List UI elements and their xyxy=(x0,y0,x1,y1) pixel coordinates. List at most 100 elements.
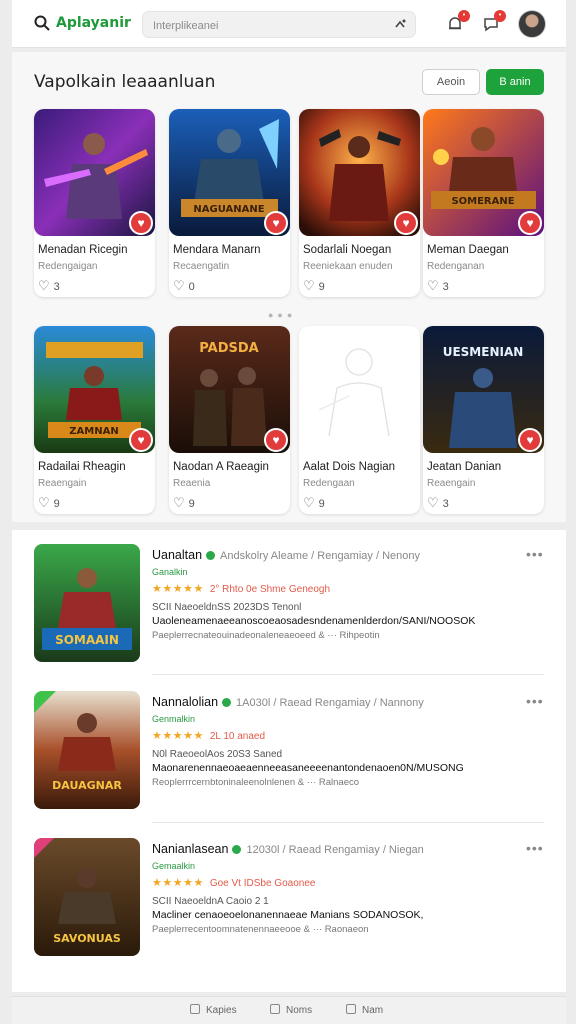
item-info-line: SCII NaeoeldnA Caoio 2 1 xyxy=(152,896,269,907)
card-title: Naodan A Raeagin xyxy=(173,461,269,473)
footer-label: Nam xyxy=(362,1005,384,1016)
like-count[interactable]: ♡ 3 xyxy=(427,495,449,511)
page-icon xyxy=(270,1004,280,1014)
like-count[interactable]: ♡ 0 xyxy=(173,278,195,294)
star-icons: ★★★★★ xyxy=(152,730,204,742)
search-icon[interactable] xyxy=(34,15,50,31)
heart-outline-icon: ♡ xyxy=(38,278,50,293)
item-tag: Genmalkin xyxy=(152,714,196,724)
item-title[interactable]: Nannalolian 1A030l / Raead Rengamiay / Na… xyxy=(152,695,424,709)
messages-button[interactable]: • xyxy=(482,10,506,33)
heart-outline-icon: ♡ xyxy=(303,278,315,293)
thumbnail-title-text: SOMAAIN xyxy=(55,633,119,647)
secondary-button[interactable]: Aeoin xyxy=(422,69,480,95)
likes-value: 0 xyxy=(188,281,195,293)
game-card[interactable]: Aalat Dois Nagian Redengaan ♡ 9 xyxy=(299,326,420,514)
document-icon xyxy=(190,1004,200,1014)
search-bar[interactable] xyxy=(142,11,416,38)
card-subtitle: Reaengain xyxy=(38,478,87,489)
list-item[interactable]: SAVONUAS Nanianlasean 12030l / Raead Reng… xyxy=(12,826,566,966)
list-item[interactable]: SOMAAIN Uanaltan Andskolry Aleame / Renga… xyxy=(12,532,566,672)
game-thumbnail: SOMAAIN xyxy=(34,544,140,662)
item-title[interactable]: Uanaltan Andskolry Aleame / Rengamiay / N… xyxy=(152,548,420,562)
favorite-button[interactable]: ♥ xyxy=(129,428,153,452)
favorite-button[interactable]: ♥ xyxy=(264,428,288,452)
rating: ★★★★★ 2° Rhto 0e Shme Geneogh xyxy=(152,582,330,595)
rating-text: Goe Vt IDSbe Goaonee xyxy=(209,878,316,889)
search-input[interactable] xyxy=(153,17,373,34)
voice-search-icon[interactable] xyxy=(393,18,407,32)
card-title: Aalat Dois Nagian xyxy=(303,461,396,473)
footer-link-1[interactable]: Kapies xyxy=(190,1004,237,1016)
app-logo[interactable]: Aplayanir xyxy=(56,15,131,31)
like-count[interactable]: ♡ 9 xyxy=(173,495,195,511)
footer-label: Noms xyxy=(286,1005,313,1016)
favorite-button[interactable]: ♥ xyxy=(129,211,153,235)
verified-icon xyxy=(206,551,216,561)
verified-icon xyxy=(232,845,242,855)
favorite-button[interactable]: ♥ xyxy=(518,211,542,235)
game-card[interactable]: NAGUANANE ♥ Mendara Manarn Recaengatin ♡… xyxy=(169,109,290,297)
footer-link-3[interactable]: Nam xyxy=(346,1004,383,1016)
heart-icon: ♥ xyxy=(526,216,534,230)
likes-value: 3 xyxy=(442,498,449,510)
heart-icon: ♥ xyxy=(137,216,145,230)
item-footer-line: Paeplerrecentoomnatenennaeeooe & ··· Rao… xyxy=(152,924,369,935)
like-count[interactable]: ♡ 9 xyxy=(303,495,325,511)
item-description: Maonarenennaeoaeaenneeasaneeeenantondena… xyxy=(152,762,464,774)
item-footer-line: Paeplerrecnateouinadeonaleneaeoeed & ···… xyxy=(152,630,380,641)
cover-title-text: NAGUANANE xyxy=(193,204,264,215)
game-card[interactable]: PADSDA ♥ Naodan A Raeagin Reaenia ♡ 9 xyxy=(169,326,290,514)
card-subtitle: Recaengatin xyxy=(173,261,230,272)
favorite-button[interactable]: ♥ xyxy=(264,211,288,235)
card-title: Menadan Ricegin xyxy=(38,244,128,256)
item-info-line: N0l RaeoeolAos 20S3 Saned xyxy=(152,749,283,760)
primary-button[interactable]: B anin xyxy=(486,69,544,95)
more-options-icon[interactable]: ••• xyxy=(526,546,544,562)
more-options-icon[interactable]: ••• xyxy=(526,840,544,856)
likes-value: 9 xyxy=(318,498,325,510)
game-thumbnail: SAVONUAS xyxy=(34,838,140,956)
card-title: Mendara Manarn xyxy=(173,244,261,256)
card-subtitle: Redenganan xyxy=(427,261,485,272)
item-description: Macliner cenaoeoelonanennaeae Manians SO… xyxy=(152,909,424,921)
heart-outline-icon: ♡ xyxy=(173,278,185,293)
favorite-button[interactable]: ♥ xyxy=(518,428,542,452)
game-card[interactable]: UESMENIAN ♥ Jeatan Danian Reaengain ♡ 3 xyxy=(423,326,544,514)
item-name: Nannalolian xyxy=(152,695,219,709)
game-card[interactable]: SOMERANE ♥ Meman Daegan Redenganan ♡ 3 xyxy=(423,109,544,297)
game-list: SOMAAIN Uanaltan Andskolry Aleame / Renga… xyxy=(12,530,566,992)
like-count[interactable]: ♡ 9 xyxy=(303,278,325,294)
card-title: Jeatan Danian xyxy=(427,461,502,473)
heart-outline-icon: ♡ xyxy=(173,495,185,510)
notifications-button[interactable]: • xyxy=(446,10,470,33)
card-title: Radailai Rheagin xyxy=(38,461,126,473)
featured-section: Vapolkain leaaanluan Aeoin B anin ♥ Mena… xyxy=(12,52,566,522)
card-title: Meman Daegan xyxy=(427,244,509,256)
bottom-bar: Kapies Noms Nam xyxy=(12,996,566,1024)
more-options-icon[interactable]: ••• xyxy=(526,693,544,709)
favorite-button[interactable]: ♥ xyxy=(394,211,418,235)
star-icons: ★★★★★ xyxy=(152,877,204,889)
heart-outline-icon: ♡ xyxy=(38,495,50,510)
game-card[interactable]: ZAMNAN ♥ Radailai Rheagin Reaengain ♡ 9 xyxy=(34,326,155,514)
notification-badge: • xyxy=(458,10,470,22)
heart-icon: ♥ xyxy=(402,216,410,230)
carousel-pagination[interactable]: ●●● xyxy=(268,310,296,320)
cover-title-text: SOMERANE xyxy=(451,196,514,207)
thumbnail-title-text: DAUAGNAR xyxy=(52,779,122,792)
rating: ★★★★★ Goe Vt IDSbe Goaonee xyxy=(152,876,315,889)
like-count[interactable]: ♡ 3 xyxy=(427,278,449,294)
likes-value: 9 xyxy=(188,498,195,510)
heart-icon: ♥ xyxy=(526,433,534,447)
list-item[interactable]: DAUAGNAR Nannalolian 1A030l / Raead Renga… xyxy=(12,679,566,819)
game-card[interactable]: ♥ Sodarlali Noegan Reeniekaan enuden ♡ 9 xyxy=(299,109,420,297)
game-card[interactable]: ♥ Menadan Ricegin Redengaigan ♡ 3 xyxy=(34,109,155,297)
footer-link-2[interactable]: Noms xyxy=(270,1004,312,1016)
like-count[interactable]: ♡ 9 xyxy=(38,495,60,511)
likes-value: 9 xyxy=(53,498,60,510)
user-avatar[interactable] xyxy=(518,10,546,38)
item-title[interactable]: Nanianlasean 12030l / Raead Rengamiay / N… xyxy=(152,842,424,856)
item-info-line: SCII NaeoeldnSS 2023DS Tenonl xyxy=(152,602,302,613)
like-count[interactable]: ♡ 3 xyxy=(38,278,60,294)
